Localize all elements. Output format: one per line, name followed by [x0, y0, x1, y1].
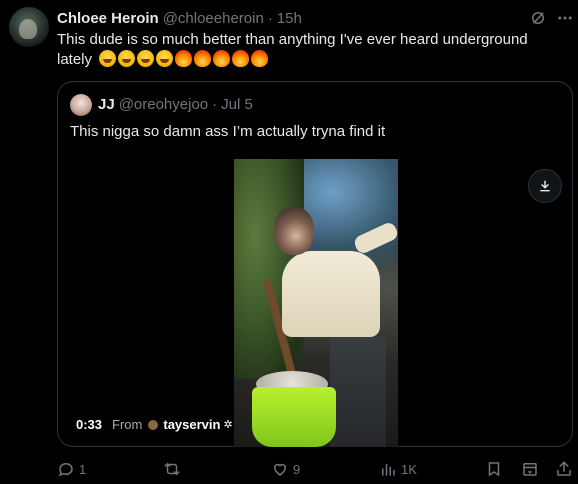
tweet-header: Chloee Heroin @chloeeheroin · 15h [57, 8, 578, 28]
video-frame-legs [330, 337, 386, 447]
reply-button[interactable]: 1 [57, 460, 86, 478]
user-badge-icon: ✲ [223, 419, 233, 431]
fire-emoji-icon [232, 50, 250, 67]
view-count: 1K [401, 461, 417, 477]
fire-emoji-icon [194, 50, 212, 67]
emoji-row [99, 50, 269, 67]
download-icon [540, 180, 550, 192]
bookmark-button[interactable] [485, 460, 503, 478]
header-separator: · [267, 9, 273, 27]
quoted-tweet[interactable]: JJ @oreohyejoo · Jul 5 This nigga so dam… [57, 81, 573, 447]
author-handle[interactable]: @chloeeheroin [163, 10, 264, 27]
quoted-author-avatar[interactable] [70, 94, 92, 116]
laughing-emoji-icon [118, 50, 136, 67]
video-from-label: From [112, 417, 143, 432]
fire-emoji-icon [175, 50, 193, 67]
action-bar: 1 9 1K [57, 460, 573, 482]
views-button[interactable]: 1K [379, 460, 417, 478]
heart-icon [273, 463, 287, 476]
author-avatar[interactable] [9, 7, 49, 47]
save-icon [523, 463, 537, 476]
save-button[interactable] [521, 460, 539, 478]
quoted-tweet-text: This nigga so damn ass I’m actually tryn… [70, 123, 386, 140]
quoted-header-separator: · [212, 96, 218, 113]
fire-emoji-icon [251, 50, 269, 67]
quoted-tweet-timestamp[interactable]: Jul 5 [221, 96, 253, 113]
quoted-author-handle[interactable]: @oreohyejoo [119, 96, 208, 113]
more-options-icon[interactable] [556, 9, 574, 27]
source-avatar-icon [148, 419, 159, 430]
video-frame-head [274, 207, 314, 255]
reply-icon [58, 462, 73, 477]
author-name[interactable]: Chloee Heroin [57, 10, 159, 27]
reply-count: 1 [79, 461, 87, 477]
video-source-user[interactable]: tayservin [163, 417, 220, 432]
fire-emoji-icon [213, 50, 231, 67]
like-button[interactable]: 9 [271, 460, 300, 478]
video-frame-jacket [282, 251, 380, 337]
share-button[interactable] [555, 460, 573, 478]
download-button[interactable] [528, 169, 562, 203]
repost-icon [164, 463, 180, 475]
grok-icon[interactable] [529, 9, 547, 27]
laughing-emoji-icon [137, 50, 155, 67]
video-player[interactable] [234, 159, 398, 447]
share-icon [557, 461, 571, 476]
tweet-text: This dude is so much better than anythin… [57, 30, 557, 70]
laughing-emoji-icon [156, 50, 174, 67]
views-icon [382, 463, 395, 476]
video-frame-pot [252, 387, 336, 447]
video-duration: 0:33 [76, 417, 103, 432]
video-overlay: 0:33 From tayservin ✲ [76, 417, 233, 432]
bookmark-icon [488, 462, 500, 477]
quoted-author-name[interactable]: JJ [98, 96, 115, 113]
quoted-tweet-header: JJ @oreohyejoo · Jul 5 [98, 96, 253, 113]
like-count: 9 [293, 461, 301, 477]
tweet-timestamp[interactable]: 15h [277, 10, 302, 27]
repost-button[interactable] [163, 460, 185, 478]
laughing-emoji-icon [99, 50, 117, 67]
